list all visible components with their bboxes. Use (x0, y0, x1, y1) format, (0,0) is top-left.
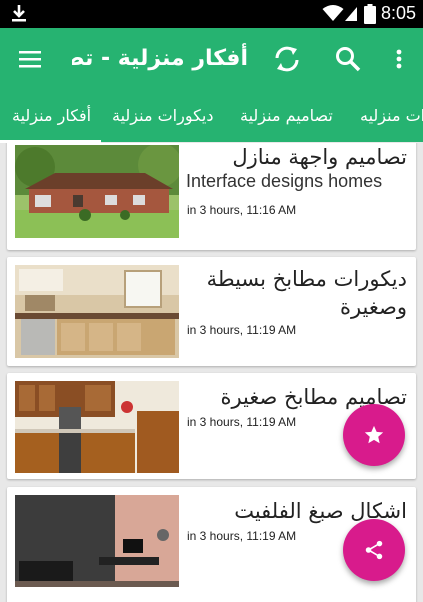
star-icon (364, 425, 384, 444)
refresh-button[interactable] (264, 28, 310, 90)
toolbar-title: أفكار منزلية - تص.. (72, 46, 248, 71)
status-bar: 8:05 (0, 0, 423, 28)
wifi-icon (322, 5, 344, 21)
search-icon (336, 47, 361, 72)
menu-button[interactable] (8, 28, 52, 90)
tab-home-designs[interactable]: تصاميم منزلية (240, 90, 333, 142)
post-card[interactable]: ديكورات مطابخ بسيطة وصغيرة in 3 hours, 1… (7, 257, 416, 366)
post-card[interactable]: تصاميم واجهة منازل Interface designs hom… (7, 143, 416, 250)
share-fab[interactable] (343, 519, 405, 581)
post-title: ديكورات مطابخ بسيطة وصغيرة (206, 267, 407, 319)
post-subtitle: Interface designs homes (186, 171, 383, 191)
share-icon (365, 540, 383, 560)
download-icon (12, 5, 26, 22)
post-thumbnail (15, 495, 179, 587)
tab-partial[interactable]: ات منزليه (360, 90, 423, 142)
search-button[interactable] (326, 28, 370, 90)
favorite-fab[interactable] (343, 404, 405, 466)
more-vert-icon (396, 49, 402, 69)
post-timestamp: in 3 hours, 11:19 AM (187, 529, 297, 543)
post-thumbnail (15, 265, 179, 358)
menu-icon (19, 51, 41, 68)
post-thumbnail (15, 381, 179, 473)
post-timestamp: in 3 hours, 11:19 AM (187, 415, 297, 429)
tab-home-decor[interactable]: ديكورات منزلية (112, 90, 214, 142)
category-tabs: أفكار منزلية ديكورات منزلية تصاميم منزلي… (0, 90, 423, 142)
tab-home-ideas[interactable]: أفكار منزلية (12, 90, 91, 142)
post-timestamp: in 3 hours, 11:19 AM (187, 323, 297, 337)
post-thumbnail (15, 145, 179, 238)
refresh-icon (275, 46, 299, 72)
post-timestamp: in 3 hours, 11:16 AM (187, 203, 297, 217)
app-toolbar: أفكار منزلية - تص.. (0, 28, 423, 90)
clock: 8:05 (381, 3, 417, 23)
signal-icon (345, 7, 357, 21)
battery-icon (364, 4, 376, 24)
overflow-menu-button[interactable] (385, 28, 413, 90)
post-title: تصاميم واجهة منازل (232, 145, 407, 169)
